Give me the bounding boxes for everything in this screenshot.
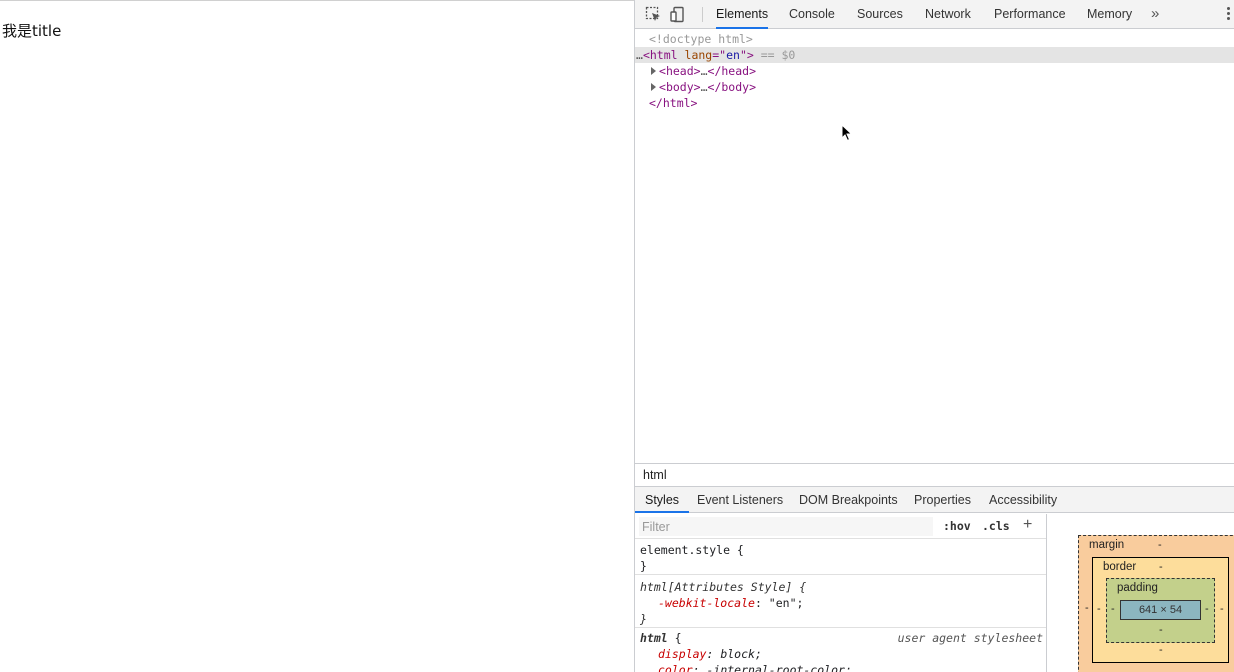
- tab-styles[interactable]: Styles: [635, 487, 690, 513]
- tab-performance[interactable]: Performance: [994, 0, 1066, 29]
- padding-bottom-value[interactable]: -: [1159, 624, 1163, 636]
- box-model-border[interactable]: border - - - - padding - - - 641 × 54: [1092, 557, 1229, 663]
- margin-left-value[interactable]: -: [1085, 602, 1089, 614]
- device-toolbar-icon[interactable]: [670, 6, 687, 23]
- dom-tree: <!doctype html> …<html lang="en"> == $0 …: [635, 30, 1234, 462]
- border-right-value[interactable]: -: [1220, 603, 1224, 615]
- style-rule-element: element.style { }: [635, 542, 1046, 575]
- styles-pane: :hov .cls + element.style { } html[Attri…: [635, 514, 1047, 672]
- rule-close: }: [640, 559, 647, 573]
- rule-selector[interactable]: html[Attributes Style] {: [635, 579, 1046, 595]
- expand-arrow-icon[interactable]: [651, 67, 656, 75]
- sidebar-tabs: Styles Event Listeners DOM Breakpoints P…: [635, 487, 1234, 513]
- rule-declaration[interactable]: color: -internal-root-color;: [635, 662, 1046, 672]
- box-model-margin[interactable]: margin - - border - - - - padding - - - …: [1078, 535, 1234, 672]
- tab-properties[interactable]: Properties: [914, 487, 971, 513]
- padding-left-value[interactable]: -: [1111, 603, 1115, 615]
- tab-accessibility[interactable]: Accessibility: [989, 487, 1057, 513]
- border-label: border: [1103, 561, 1137, 573]
- rule-selector-line[interactable]: html {user agent stylesheet: [635, 630, 1046, 646]
- rule-selector[interactable]: element.style {: [635, 542, 1046, 558]
- box-model-diagram: margin - - border - - - - padding - - - …: [1048, 514, 1234, 672]
- border-top-value[interactable]: -: [1159, 561, 1163, 573]
- rule-declaration[interactable]: -webkit-locale: "en";: [635, 595, 1046, 611]
- page-viewport: 我是title: [0, 0, 634, 672]
- tab-sources[interactable]: Sources: [857, 0, 903, 29]
- dom-node-html-close[interactable]: </html>: [635, 95, 1234, 111]
- rule-close: }: [640, 612, 647, 626]
- box-model-padding[interactable]: padding - - - 641 × 54: [1106, 578, 1215, 643]
- border-bottom-value[interactable]: -: [1159, 644, 1163, 656]
- breadcrumb-item-html[interactable]: html: [643, 464, 667, 486]
- style-rule-attributes: html[Attributes Style] { -webkit-locale:…: [635, 579, 1046, 628]
- border-left-value[interactable]: -: [1097, 603, 1101, 615]
- new-style-rule-button[interactable]: +: [1023, 516, 1032, 534]
- dom-node-head[interactable]: <head>…</head>: [635, 63, 1234, 79]
- margin-top-value[interactable]: -: [1158, 539, 1162, 551]
- toolbar-separator: [702, 7, 703, 22]
- padding-right-value[interactable]: -: [1205, 603, 1209, 615]
- breadcrumb: html: [635, 463, 1234, 487]
- styles-filter-input[interactable]: [639, 517, 933, 536]
- expand-arrow-icon[interactable]: [651, 83, 656, 91]
- hov-toggle[interactable]: :hov: [943, 519, 971, 533]
- inspect-element-icon[interactable]: [645, 6, 662, 23]
- tab-network[interactable]: Network: [925, 0, 971, 29]
- rule-declaration[interactable]: display: block;: [635, 646, 1046, 662]
- devtools-toolbar: Elements Console Sources Network Perform…: [635, 0, 1234, 29]
- dom-node-body[interactable]: <body>…</body>: [635, 79, 1234, 95]
- cls-toggle[interactable]: .cls: [982, 519, 1010, 533]
- devtools-panel: Elements Console Sources Network Perform…: [634, 0, 1234, 672]
- tab-event-listeners[interactable]: Event Listeners: [697, 487, 783, 513]
- page-title: 我是title: [2, 22, 62, 40]
- padding-label: padding: [1117, 582, 1158, 594]
- customize-menu-icon[interactable]: [1227, 7, 1230, 23]
- tab-elements[interactable]: Elements: [716, 0, 769, 29]
- dom-node-html[interactable]: …<html lang="en"> == $0: [635, 47, 1234, 63]
- mouse-cursor-icon: [841, 123, 853, 145]
- rule-source: user agent stylesheet: [897, 631, 1043, 645]
- more-tabs-icon[interactable]: »: [1151, 5, 1159, 22]
- box-model-content-size[interactable]: 641 × 54: [1120, 600, 1201, 620]
- tab-console[interactable]: Console: [789, 0, 835, 29]
- tab-memory[interactable]: Memory: [1087, 0, 1132, 29]
- dom-doctype[interactable]: <!doctype html>: [635, 31, 1234, 47]
- margin-label: margin: [1089, 539, 1125, 551]
- styles-filter-bar: :hov .cls +: [635, 514, 1046, 539]
- tab-dom-breakpoints[interactable]: DOM Breakpoints: [799, 487, 898, 513]
- style-rule-user-agent: html {user agent stylesheet display: blo…: [635, 630, 1046, 672]
